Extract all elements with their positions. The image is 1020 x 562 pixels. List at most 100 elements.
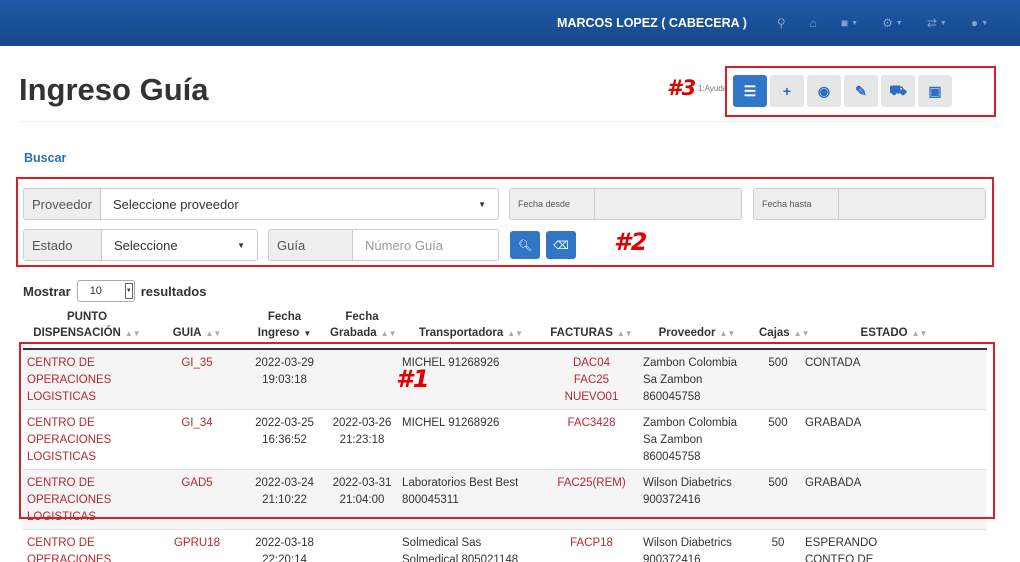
guia-input-group: Guía Número Guía [268,229,499,261]
help-link[interactable]: 1:Ayuda [698,84,727,93]
eye-icon: ◉ [817,82,831,99]
user-circle-menu-icon[interactable]: ● ▼ [971,16,988,30]
header-text: Cajas [759,327,790,339]
cajas-cell: 50 [755,529,801,562]
table-row[interactable]: CENTRO DEOPERACIONESLOGISTICASGPRU182022… [23,529,987,562]
fecha-ingreso-cell: 2022-03-18 22:20:14 [243,529,326,562]
map-marker-icon[interactable]: ⚲ [777,16,786,30]
fecha-desde-label: Fecha desde [510,189,595,219]
guia-label: Guía [269,230,353,260]
search-icon: 🔍︎ [518,239,532,252]
clear-button[interactable]: ⌫ [546,231,576,259]
estado-cell: ESPERANDOCONTEO DEPRODUCTOS [801,529,987,562]
cell-line: Solmedical 805021148 [402,554,519,562]
page-length-select[interactable]: 10 ▼ [76,280,135,302]
pencil-icon: ✎ [855,82,867,99]
proveedor-label: Proveedor [24,189,101,219]
sort-icon: ▲▼ [719,329,736,338]
select-arrow-icon: ▼ [124,283,133,299]
archive-button[interactable]: ▣ [918,75,952,107]
estado-select-group: Estado Seleccione ▼ [23,229,258,261]
search-heading[interactable]: Buscar [24,151,66,165]
page-title: Ingreso Guía [19,72,209,107]
page-length-control: Mostrar 10 ▼ resultados [23,280,206,302]
truck-button[interactable]: ⛟ [881,75,915,107]
top-navbar: MARCOS LOPEZ ( CABECERA ) ⚲ ⌂ ■ ▼ ⚙ ▼ ⇄ … [0,0,1020,46]
guia-cell[interactable]: GPRU18 [151,529,243,562]
header-text: Transportadora [418,327,504,339]
cell-line: Wilson Diabetrics [643,537,732,549]
header-text: Fecha [267,311,302,323]
truck-icon: ⛟ [889,81,907,98]
sort-icon: ▲▼ [616,329,633,338]
sort-icon: ▲▼ [124,329,141,338]
proveedor-select[interactable]: Seleccione proveedor ▼ [101,189,498,219]
sort-icon: ▲▼ [793,329,810,338]
mostrar-label: Mostrar [23,283,71,299]
cell-line: OPERACIONES [27,554,112,562]
proveedor-select-group: Proveedor Seleccione proveedor ▼ [23,188,499,220]
resultados-label: resultados [140,283,207,299]
cell-line: CONTEO DE [805,554,874,562]
proveedor-value: Seleccione proveedor [112,196,239,212]
cell-line: 900372416 [643,554,701,562]
fecha-desde-input[interactable] [595,189,741,219]
archive-icon: ▣ [928,82,942,99]
chevron-down-icon: ▼ [237,240,245,250]
annotation-3: #3 [667,76,697,100]
fecha-desde-group: Fecha desde [509,188,742,220]
facturas-cell[interactable]: FACP18 [544,529,639,562]
header-divider [19,121,989,122]
guia-input[interactable]: Número Guía [353,230,498,260]
sort-icon: ▲▼ [911,329,928,338]
gear-menu-icon[interactable]: ⚙ ▼ [882,16,903,30]
page-length-value: 10 [89,285,102,297]
sort-desc-icon: ▼ [303,329,312,338]
header-text: GUIA [172,327,202,339]
eraser-icon: ⌫ [553,239,569,252]
annotation-box-1 [19,342,995,519]
header-text: Fecha [345,311,379,323]
plus-icon: + [782,83,792,99]
transportadora-cell: Solmedical Sas Solmedical 805021148 [398,529,544,562]
home-icon[interactable]: ⌂ [810,16,817,30]
proveedor-cell: Wilson Diabetrics 900372416 [639,529,755,562]
user-menu[interactable]: MARCOS LOPEZ ( CABECERA ) [557,16,747,30]
add-button[interactable]: + [770,75,804,107]
fecha-hasta-label: Fecha hasta [754,189,839,219]
header-text: DISPENSACIÓN [33,327,121,339]
header-text: Proveedor [658,327,716,339]
punto-cell[interactable]: CENTRO DEOPERACIONESLOGISTICAS [23,529,151,562]
cell-line: CENTRO DE [27,537,95,549]
fecha-hasta-group: Fecha hasta [753,188,986,220]
view-button[interactable]: ◉ [807,75,841,107]
header-text: Ingreso [257,327,300,339]
sort-icon: ▲▼ [380,329,397,338]
fecha-hasta-input[interactable] [839,189,985,219]
list-button[interactable]: ☰ [733,75,767,107]
annotation-2: #2 [614,228,648,256]
chevron-down-icon: ▼ [478,199,486,209]
action-toolbar: ☰ + ◉ ✎ ⛟ ▣ [733,75,952,107]
estado-value: Seleccione [114,237,178,253]
search-button[interactable]: 🔍︎ [510,231,540,259]
header-text: FACTURAS [550,327,613,339]
list-icon: ☰ [743,82,757,99]
annotation-1: #1 [396,365,430,393]
sort-icon: ▲▼ [205,329,222,338]
cell-line: ESPERANDO [805,537,878,549]
grid-menu-icon[interactable]: ■ ▼ [841,16,858,30]
estado-select[interactable]: Seleccione ▼ [102,230,257,260]
refresh-menu-icon[interactable]: ⇄ ▼ [927,16,947,30]
cell-line: 2022-03-18 [255,537,314,549]
fecha-grabada-cell [326,529,398,562]
cell-line: 22:20:14 [262,554,307,562]
estado-label: Estado [24,230,102,260]
sort-icon: ▲▼ [507,329,524,338]
header-text: ESTADO [860,327,908,339]
header-text: PUNTO [66,311,108,323]
header-text: Grabada [330,327,377,339]
edit-button[interactable]: ✎ [844,75,878,107]
cell-line: Solmedical Sas [402,537,482,549]
cell-line: FACP18 [570,537,613,549]
